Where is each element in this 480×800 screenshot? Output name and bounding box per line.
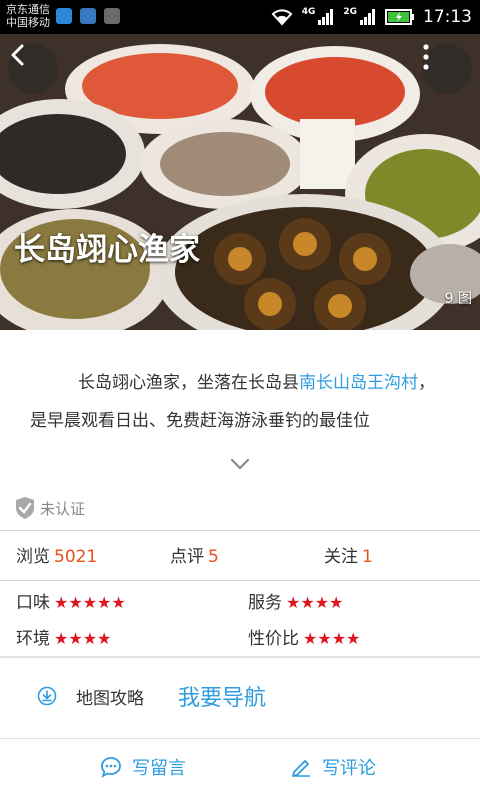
image-app-icon <box>104 8 120 24</box>
seafood-photo <box>0 34 480 330</box>
star-rating: ★★★★ <box>303 629 361 648</box>
follow-stat[interactable]: 关注 1 <box>324 542 373 567</box>
description-text-1: 长岛翊心渔家，坐落在长岛县 <box>78 373 299 393</box>
chevron-down-icon[interactable] <box>229 457 251 471</box>
bottom-action-bar: 写留言 写评论 <box>0 740 480 800</box>
rating-label: 口味 <box>16 593 50 613</box>
stats-row: 浏览 5021 点评 5 关注 1 <box>0 542 480 568</box>
navigate-button[interactable]: 我要导航 <box>178 680 266 712</box>
reviews-label: 点评 <box>170 547 204 567</box>
carrier-1: 京东通信 <box>6 3 50 16</box>
rating-value: 性价比 ★★★★ <box>248 624 360 649</box>
back-button[interactable] <box>8 44 58 94</box>
network-4g: 4G <box>301 6 316 17</box>
signal-icon-2 <box>360 9 375 25</box>
write-review-button[interactable]: 写评论 <box>290 754 376 780</box>
restaurant-name: 长岛翊心渔家 <box>14 232 200 268</box>
rating-label: 性价比 <box>248 629 299 649</box>
status-bar: 京东通信 中国移动 4G 2G 17:13 <box>0 0 480 34</box>
photo-count[interactable]: 9 图 <box>445 288 472 308</box>
divider-2 <box>0 580 480 581</box>
follow-label: 关注 <box>324 547 358 567</box>
wifi-icon <box>271 9 293 26</box>
rating-environment: 环境 ★★★★ <box>16 624 111 649</box>
rating-label: 环境 <box>16 629 50 649</box>
location-link[interactable]: 南长山岛王沟村 <box>299 373 418 393</box>
more-vertical-icon <box>423 44 429 70</box>
follow-value: 1 <box>362 547 373 567</box>
star-rating: ★★★★★ <box>54 593 126 612</box>
chevron-left-icon <box>11 44 24 66</box>
write-message-label: 写留言 <box>132 758 186 779</box>
star-rating: ★★★★ <box>286 593 344 612</box>
reviews-value: 5 <box>208 547 219 567</box>
rating-service: 服务 ★★★★ <box>248 588 343 613</box>
views-stat: 浏览 5021 <box>16 542 97 567</box>
carrier-2: 中国移动 <box>6 16 50 29</box>
views-label: 浏览 <box>16 547 50 567</box>
hero-photo[interactable]: 长岛翊心渔家 9 图 <box>0 34 480 330</box>
notification-icons <box>56 8 120 24</box>
location-app-icon <box>56 8 72 24</box>
more-options-button[interactable] <box>422 44 472 94</box>
gallery-app-icon <box>80 8 96 24</box>
pen-icon <box>292 760 310 777</box>
rating-taste: 口味 ★★★★★ <box>16 588 126 613</box>
write-message-button[interactable]: 写留言 <box>100 754 186 780</box>
description: 长岛翊心渔家，坐落在长岛县南长山岛王沟村，是早晨观看日出、免费赶海游泳垂钓的最佳… <box>30 364 450 440</box>
write-review-label: 写评论 <box>322 758 376 779</box>
battery-icon <box>385 9 414 25</box>
network-2g: 2G <box>343 6 357 17</box>
views-value: 5021 <box>54 547 98 567</box>
shield-check-icon <box>16 497 34 519</box>
system-indicators: 4G 2G 17:13 <box>270 6 472 28</box>
verification-status: 未认证 <box>14 496 85 520</box>
clock: 17:13 <box>423 7 472 27</box>
signal-icon-1 <box>318 9 334 25</box>
map-guide-link[interactable]: 地图攻略 <box>76 684 144 709</box>
divider-1 <box>0 530 480 531</box>
reviews-stat[interactable]: 点评 5 <box>170 542 219 567</box>
map-section: 地图攻略 我要导航 <box>0 658 480 736</box>
star-rating: ★★★★ <box>54 629 112 648</box>
divider-4 <box>0 738 480 739</box>
chat-bubble-icon <box>101 757 121 778</box>
carrier-info: 京东通信 中国移动 <box>6 3 50 29</box>
verification-label: 未认证 <box>40 499 86 518</box>
download-icon[interactable] <box>37 686 57 706</box>
rating-label: 服务 <box>248 593 282 613</box>
